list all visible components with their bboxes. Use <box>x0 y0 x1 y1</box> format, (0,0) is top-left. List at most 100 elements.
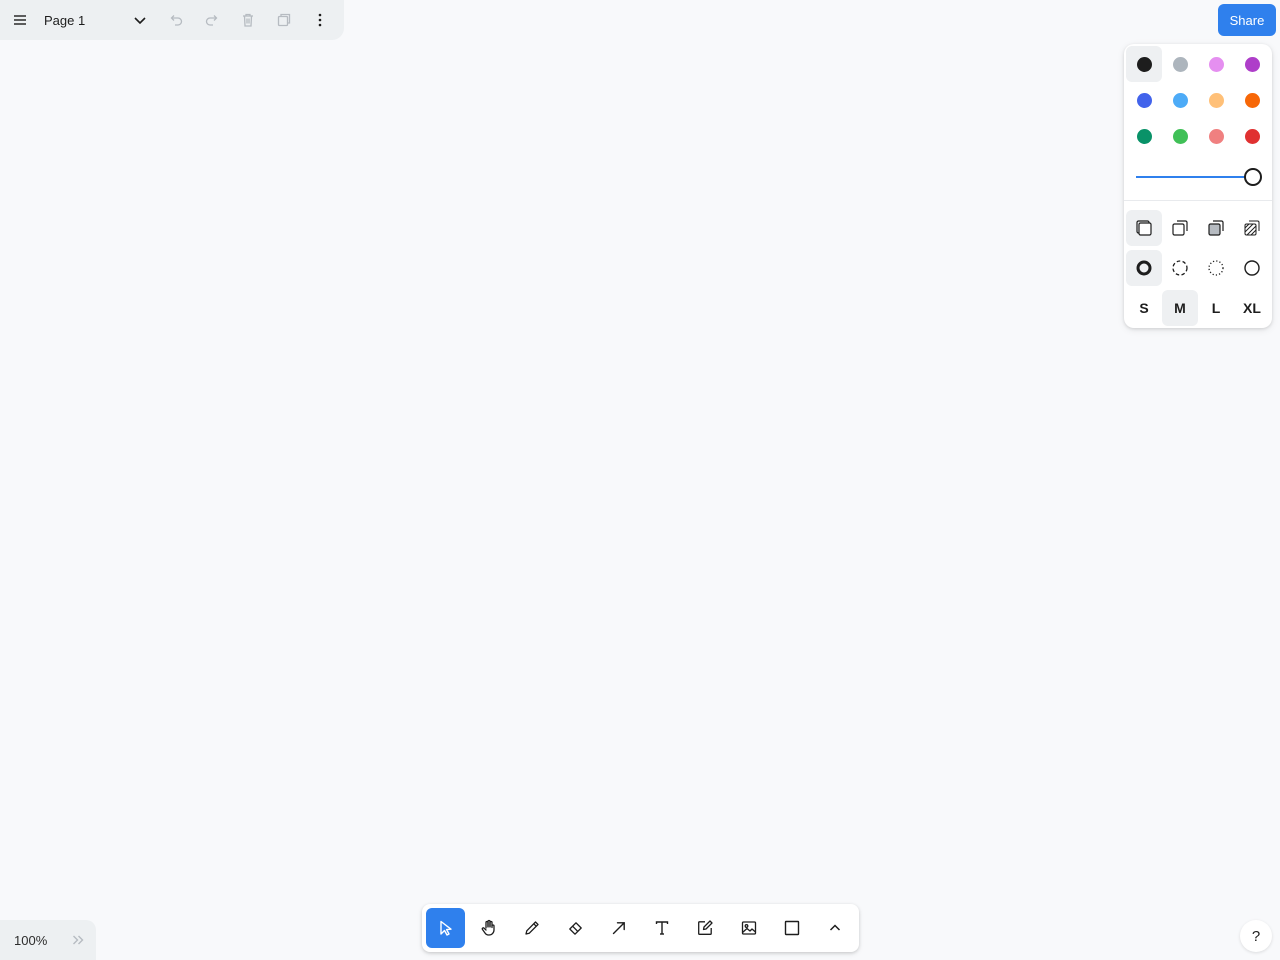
duplicate-button[interactable] <box>266 2 302 38</box>
color-swatch-black[interactable] <box>1126 46 1162 82</box>
share-button[interactable]: Share <box>1218 4 1276 36</box>
text-icon <box>655 921 669 935</box>
color-swatch-orange[interactable] <box>1234 82 1270 118</box>
color-dot <box>1136 128 1152 144</box>
text-tool[interactable] <box>642 908 681 948</box>
color-swatch-green[interactable] <box>1126 118 1162 154</box>
dash-dotted-button[interactable] <box>1198 250 1234 286</box>
color-dot <box>1136 56 1152 72</box>
redo-icon <box>205 15 218 26</box>
color-swatch-grid <box>1126 46 1270 154</box>
delete-button[interactable] <box>230 2 266 38</box>
color-swatch-grey[interactable] <box>1162 46 1198 82</box>
dash-options <box>1126 250 1270 286</box>
fill-pattern-button[interactable] <box>1234 210 1270 246</box>
cursor-arrow-icon <box>439 920 452 936</box>
duplicate-icon <box>277 13 291 27</box>
dash-dotted-icon <box>1208 260 1224 276</box>
size-label: M <box>1174 300 1186 316</box>
opacity-slider[interactable] <box>1136 166 1262 188</box>
undo-icon <box>170 15 183 26</box>
redo-button[interactable] <box>194 2 230 38</box>
image-icon <box>741 921 756 935</box>
style-panel: S M L XL <box>1124 44 1272 328</box>
draw-tool[interactable] <box>513 908 552 948</box>
zoom-panel: 100% <box>0 920 96 960</box>
dash-draw-icon <box>1136 260 1152 276</box>
size-options: S M L XL <box>1126 290 1270 326</box>
color-swatch-violet[interactable] <box>1234 46 1270 82</box>
color-dot <box>1172 92 1188 108</box>
select-tool[interactable] <box>426 908 466 948</box>
fill-semi-button[interactable] <box>1162 210 1198 246</box>
hamburger-menu-icon <box>14 15 26 25</box>
size-label: S <box>1139 300 1149 316</box>
fill-none-icon <box>1136 220 1152 236</box>
color-dot <box>1244 92 1260 108</box>
chevrons-right-icon <box>73 935 84 945</box>
dash-dashed-button[interactable] <box>1162 250 1198 286</box>
fill-pattern-icon <box>1244 220 1260 236</box>
size-xl-button[interactable]: XL <box>1234 290 1270 326</box>
color-swatch-light-green[interactable] <box>1162 118 1198 154</box>
opacity-slider-track <box>1136 176 1254 178</box>
rectangle-tool[interactable] <box>772 908 811 948</box>
dash-draw-button[interactable] <box>1126 250 1162 286</box>
arrow-up-right-icon <box>612 922 625 935</box>
dash-dashed-icon <box>1172 260 1188 276</box>
more-tools-button[interactable] <box>816 908 855 948</box>
note-edit-icon <box>698 920 714 935</box>
more-options-button[interactable] <box>302 2 338 38</box>
dash-solid-icon <box>1244 260 1260 276</box>
hand-icon <box>481 919 495 936</box>
more-vertical-icon <box>318 13 322 27</box>
note-tool[interactable] <box>686 908 725 948</box>
arrow-tool[interactable] <box>599 908 638 948</box>
tool-toolbar <box>422 904 859 952</box>
color-dot <box>1172 56 1188 72</box>
hand-tool[interactable] <box>469 908 508 948</box>
fill-solid-button[interactable] <box>1198 210 1234 246</box>
color-dot <box>1208 56 1224 72</box>
color-dot <box>1244 128 1260 144</box>
minimap-toggle-button[interactable] <box>64 926 92 954</box>
size-s-button[interactable]: S <box>1126 290 1162 326</box>
dash-solid-button[interactable] <box>1234 250 1270 286</box>
color-dot <box>1172 128 1188 144</box>
opacity-slider-thumb[interactable] <box>1244 168 1262 186</box>
media-tool[interactable] <box>729 908 768 948</box>
page-name[interactable]: Page 1 <box>44 13 122 28</box>
chevron-down-icon <box>134 17 146 25</box>
size-label: XL <box>1243 300 1261 316</box>
fill-solid-icon <box>1208 220 1224 236</box>
undo-button[interactable] <box>158 2 194 38</box>
fill-none-button[interactable] <box>1126 210 1162 246</box>
size-m-button[interactable]: M <box>1162 290 1198 326</box>
color-dot <box>1208 92 1224 108</box>
help-button[interactable]: ? <box>1240 920 1272 952</box>
chevron-up-icon <box>830 924 841 931</box>
menu-panel: Page 1 <box>0 0 344 40</box>
color-swatch-blue[interactable] <box>1126 82 1162 118</box>
trash-icon <box>243 13 253 27</box>
color-swatch-yellow[interactable] <box>1198 82 1234 118</box>
color-swatch-red[interactable] <box>1234 118 1270 154</box>
zoom-level[interactable]: 100% <box>14 933 64 948</box>
style-panel-divider <box>1124 200 1272 201</box>
eraser-icon <box>568 922 582 935</box>
rectangle-icon <box>784 920 800 936</box>
fill-options <box>1126 210 1270 246</box>
size-label: L <box>1211 300 1221 316</box>
fill-semi-icon <box>1172 220 1188 236</box>
color-dot <box>1136 92 1152 108</box>
pencil-icon <box>525 921 539 935</box>
color-swatch-light-blue[interactable] <box>1162 82 1198 118</box>
color-swatch-light-red[interactable] <box>1198 118 1234 154</box>
eraser-tool[interactable] <box>556 908 595 948</box>
color-dot <box>1208 128 1224 144</box>
size-l-button[interactable]: L <box>1198 290 1234 326</box>
main-menu-button[interactable] <box>2 2 38 38</box>
page-menu-button[interactable] <box>122 2 158 38</box>
color-swatch-light-violet[interactable] <box>1198 46 1234 82</box>
color-dot <box>1244 56 1260 72</box>
